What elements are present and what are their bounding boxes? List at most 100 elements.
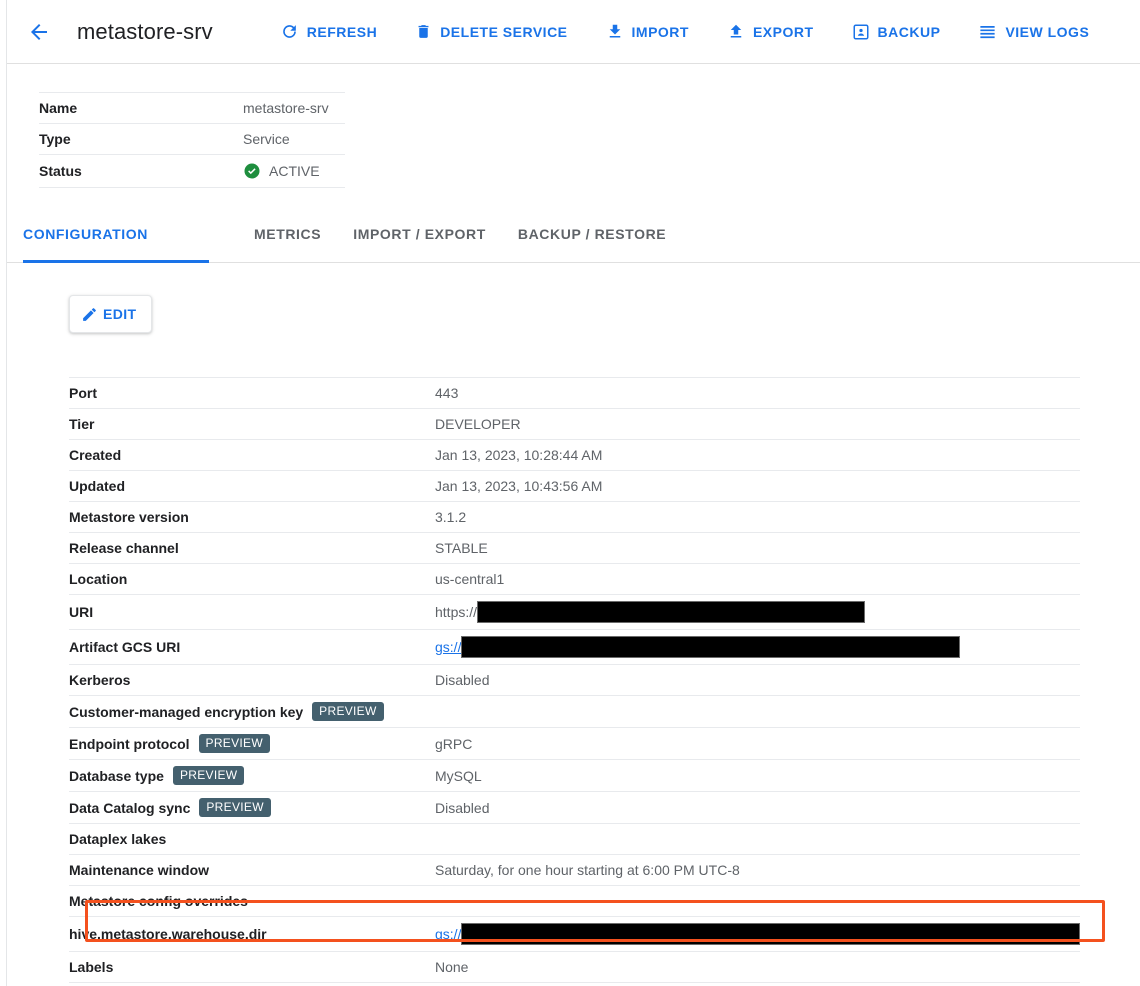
- config-value-updated: Jan 13, 2023, 10:43:56 AM: [435, 471, 1080, 502]
- table-row: Tier DEVELOPER: [69, 409, 1080, 440]
- summary-key-name: Name: [39, 93, 243, 124]
- summary-key-type: Type: [39, 124, 243, 155]
- config-key-hive-warehouse-dir: hive.metastore.warehouse.dir: [69, 917, 435, 952]
- check-circle-icon: [243, 162, 261, 180]
- config-key-database-type: Database type PREVIEW: [69, 760, 435, 792]
- import-label: IMPORT: [632, 24, 689, 40]
- config-value-metastore-config-overrides: [435, 886, 1080, 917]
- config-key-maintenance-window: Maintenance window: [69, 855, 435, 886]
- delete-service-label: DELETE SERVICE: [440, 24, 567, 40]
- preview-badge: PREVIEW: [312, 702, 383, 721]
- summary-value-name: metastore-srv: [243, 93, 345, 124]
- config-value-labels: None: [435, 952, 1080, 983]
- config-key-metastore-version: Metastore version: [69, 502, 435, 533]
- table-row: URI https://: [69, 595, 1080, 630]
- config-key-location: Location: [69, 564, 435, 595]
- redacted-bar: [461, 636, 960, 658]
- table-row: Endpoint protocol PREVIEW gRPC: [69, 728, 1080, 760]
- preview-badge: PREVIEW: [199, 734, 270, 753]
- table-row: Data Catalog sync PREVIEW Disabled: [69, 792, 1080, 824]
- import-download-icon: [606, 22, 624, 41]
- uri-value: https://: [435, 601, 1080, 623]
- export-upload-icon: [727, 22, 745, 41]
- pencil-icon: [81, 306, 98, 323]
- tab-metrics[interactable]: METRICS: [238, 218, 337, 262]
- tab-backup-restore-label: BACKUP / RESTORE: [518, 226, 666, 242]
- config-key-uri: URI: [69, 595, 435, 630]
- delete-service-button[interactable]: DELETE SERVICE: [403, 14, 579, 49]
- config-value-location: us-central1: [435, 564, 1080, 595]
- table-row: Database type PREVIEW MySQL: [69, 760, 1080, 792]
- config-key-updated: Updated: [69, 471, 435, 502]
- table-row: Location us-central1: [69, 564, 1080, 595]
- view-logs-button[interactable]: VIEW LOGS: [966, 14, 1101, 49]
- table-row: Updated Jan 13, 2023, 10:43:56 AM: [69, 471, 1080, 502]
- header-toolbar: REFRESH DELETE SERVICE IMPORT EXPORT: [268, 14, 1102, 49]
- config-key-database-type-label: Database type: [69, 768, 164, 784]
- table-row: Created Jan 13, 2023, 10:28:44 AM: [69, 440, 1080, 471]
- config-key-metastore-config-overrides: Metastore config overrides: [69, 886, 435, 917]
- config-value-port: 443: [435, 378, 1080, 409]
- table-row: Metastore version 3.1.2: [69, 502, 1080, 533]
- config-key-tier: Tier: [69, 409, 435, 440]
- backup-label: BACKUP: [878, 24, 941, 40]
- config-value-maintenance-window: Saturday, for one hour starting at 6:00 …: [435, 855, 1080, 886]
- preview-badge: PREVIEW: [199, 798, 270, 817]
- tab-configuration[interactable]: CONFIGURATION: [23, 218, 209, 262]
- tab-import-export[interactable]: IMPORT / EXPORT: [337, 218, 502, 262]
- list-lines-icon: [978, 22, 997, 41]
- table-row: Port 443: [69, 378, 1080, 409]
- preview-badge: PREVIEW: [173, 766, 244, 785]
- hive-warehouse-dir-link[interactable]: gs://: [435, 926, 461, 942]
- config-key-endpoint-protocol: Endpoint protocol PREVIEW: [69, 728, 435, 760]
- tab-backup-restore[interactable]: BACKUP / RESTORE: [502, 218, 682, 262]
- config-value-created: Jan 13, 2023, 10:28:44 AM: [435, 440, 1080, 471]
- uri-scheme: https://: [435, 604, 477, 620]
- trash-icon: [415, 22, 432, 41]
- table-row: Kerberos Disabled: [69, 665, 1080, 696]
- table-row: Status ACTIVE: [39, 155, 345, 188]
- refresh-label: REFRESH: [307, 24, 377, 40]
- config-value-uri: https://: [435, 595, 1080, 630]
- summary-value-status: ACTIVE: [243, 155, 345, 188]
- config-key-created: Created: [69, 440, 435, 471]
- config-key-artifact-gcs-uri: Artifact GCS URI: [69, 630, 435, 665]
- hive-warehouse-dir-value: gs://: [435, 923, 1080, 945]
- refresh-button[interactable]: REFRESH: [268, 14, 389, 49]
- edit-button-label: EDIT: [103, 306, 137, 322]
- back-button[interactable]: [19, 12, 59, 52]
- import-button[interactable]: IMPORT: [594, 14, 701, 49]
- table-row: Artifact GCS URI gs://: [69, 630, 1080, 665]
- summary-table: Name metastore-srv Type Service Status A…: [39, 92, 345, 188]
- status-label: ACTIVE: [269, 163, 320, 179]
- backup-button[interactable]: BACKUP: [840, 15, 953, 49]
- config-value-dataplex-lakes: [435, 824, 1080, 855]
- table-row: Maintenance window Saturday, for one hou…: [69, 855, 1080, 886]
- backup-icon: [852, 23, 870, 41]
- table-row: Name metastore-srv: [39, 93, 345, 124]
- actions-row: EDIT: [7, 263, 1140, 333]
- redacted-bar: [461, 923, 1080, 945]
- config-value-tier: DEVELOPER: [435, 409, 1080, 440]
- config-key-cmek: Customer-managed encryption key PREVIEW: [69, 696, 435, 728]
- tab-metrics-label: METRICS: [254, 226, 321, 242]
- edit-button[interactable]: EDIT: [69, 295, 152, 333]
- page-title: metastore-srv: [77, 19, 213, 45]
- config-value-metastore-version: 3.1.2: [435, 502, 1080, 533]
- table-row: Customer-managed encryption key PREVIEW: [69, 696, 1080, 728]
- table-row: Release channel STABLE: [69, 533, 1080, 564]
- table-row: hive.metastore.warehouse.dir gs://: [69, 917, 1080, 952]
- config-value-database-type: MySQL: [435, 760, 1080, 792]
- config-value-artifact-gcs-uri: gs://: [435, 630, 1080, 665]
- configuration-table: Port 443 Tier DEVELOPER Created Jan 13, …: [69, 377, 1080, 983]
- config-value-release-channel: STABLE: [435, 533, 1080, 564]
- config-value-kerberos: Disabled: [435, 665, 1080, 696]
- config-value-data-catalog-sync: Disabled: [435, 792, 1080, 824]
- tab-import-export-label: IMPORT / EXPORT: [353, 226, 486, 242]
- view-logs-label: VIEW LOGS: [1005, 24, 1089, 40]
- config-key-port: Port: [69, 378, 435, 409]
- artifact-gcs-uri-link[interactable]: gs://: [435, 639, 461, 655]
- export-button[interactable]: EXPORT: [715, 14, 826, 49]
- table-row: Labels None: [69, 952, 1080, 983]
- table-row: Dataplex lakes: [69, 824, 1080, 855]
